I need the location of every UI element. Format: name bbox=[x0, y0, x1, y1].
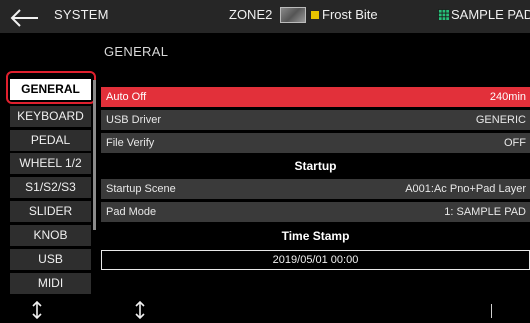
menu-item-knob[interactable]: KNOB bbox=[10, 225, 91, 246]
time-stamp-value[interactable]: 2019/05/01 00:00 bbox=[101, 250, 530, 270]
menu-scrollbar[interactable] bbox=[93, 80, 96, 230]
bottom-bar bbox=[0, 296, 530, 323]
param-value: GENERIC bbox=[475, 114, 526, 126]
page-title: GENERAL bbox=[104, 44, 169, 59]
section-header-time-stamp: Time Stamp bbox=[101, 226, 530, 246]
param-value: A001:Ac Pno+Pad Layer bbox=[405, 183, 526, 195]
mode-label: SAMPLE PAD bbox=[451, 7, 530, 22]
param-value: OFF bbox=[504, 137, 526, 149]
param-row-usb-driver[interactable]: USB Driver GENERIC bbox=[101, 110, 530, 130]
param-row-pad-mode[interactable]: Pad Mode 1: SAMPLE PAD bbox=[101, 202, 530, 222]
menu-item-midi[interactable]: MIDI bbox=[10, 273, 91, 294]
menu-knob-updown-icon[interactable] bbox=[30, 300, 44, 320]
param-row-startup-scene[interactable]: Startup Scene A001:Ac Pno+Pad Layer bbox=[101, 179, 530, 199]
param-name: USB Driver bbox=[106, 114, 162, 126]
menu-item-wheel[interactable]: WHEEL 1/2 bbox=[10, 153, 91, 174]
menu-item-pedal[interactable]: PEDAL bbox=[10, 130, 91, 151]
param-value: 240min bbox=[489, 91, 526, 103]
param-name: Pad Mode bbox=[106, 206, 157, 218]
sample-pad-grid-icon bbox=[438, 9, 449, 20]
param-row-auto-off[interactable]: Auto Off 240min bbox=[101, 87, 530, 107]
param-name: Startup Scene bbox=[106, 183, 176, 195]
status-bar: SYSTEM ZONE2 Frost Bite SAMPLE PAD bbox=[0, 0, 530, 33]
zone-indicator: ZONE2 bbox=[229, 7, 273, 22]
scene-name: Frost Bite bbox=[322, 7, 378, 22]
scene-marker-icon bbox=[311, 11, 319, 19]
menu-item-usb[interactable]: USB bbox=[10, 249, 91, 270]
param-knob-updown-icon[interactable] bbox=[133, 300, 147, 320]
menu-item-general[interactable]: GENERAL bbox=[10, 79, 91, 100]
scene-thumbnail-icon bbox=[280, 7, 306, 23]
back-button[interactable] bbox=[8, 6, 44, 30]
section-header-startup: Startup bbox=[101, 156, 530, 176]
value-knob-indicator[interactable] bbox=[491, 304, 492, 318]
menu-item-keyboard[interactable]: KEYBOARD bbox=[10, 106, 91, 127]
param-name: File Verify bbox=[106, 137, 155, 149]
back-arrow-icon bbox=[10, 9, 38, 27]
param-name: Auto Off bbox=[106, 91, 147, 103]
menu-item-s1s2s3[interactable]: S1/S2/S3 bbox=[10, 177, 91, 198]
param-value: 1: SAMPLE PAD bbox=[444, 206, 526, 218]
param-row-file-verify[interactable]: File Verify OFF bbox=[101, 133, 530, 153]
section-title: SYSTEM bbox=[54, 7, 109, 22]
menu-item-slider[interactable]: SLIDER bbox=[10, 201, 91, 222]
